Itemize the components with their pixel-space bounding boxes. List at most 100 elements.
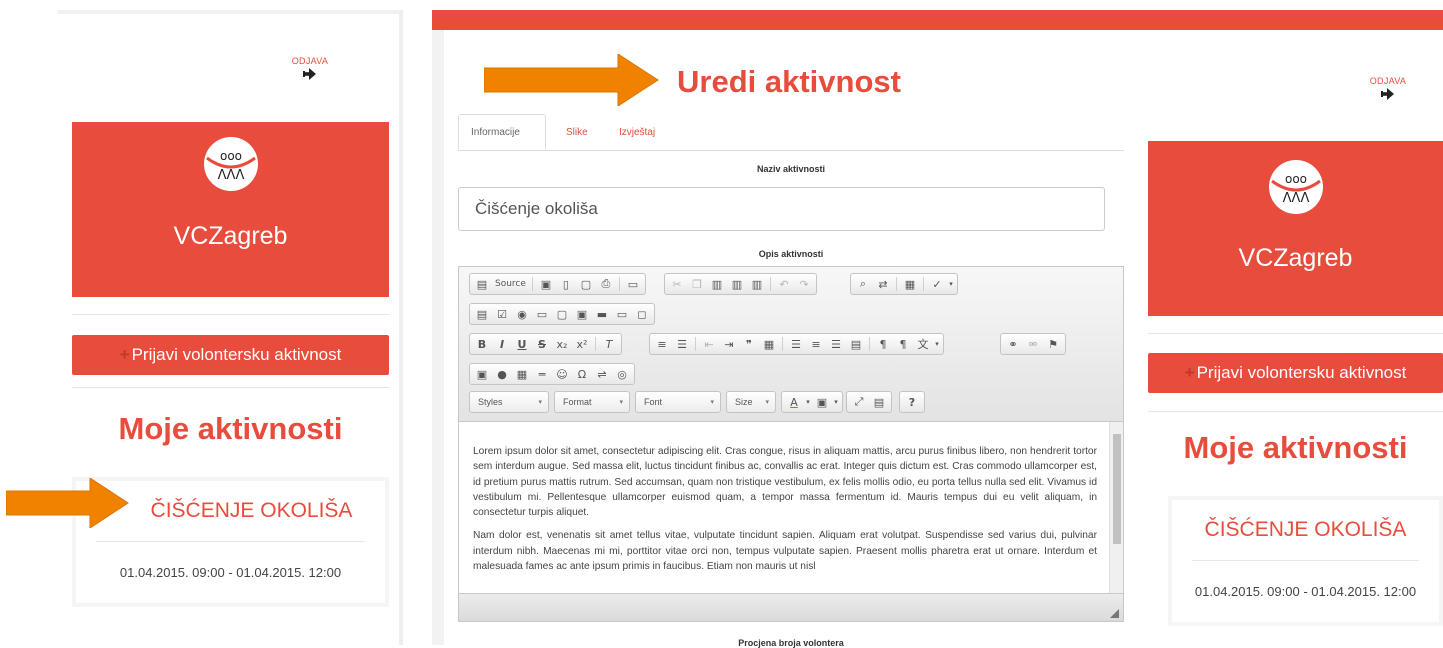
register-activity-button[interactable]: + Prijavi volontersku aktivnost (1148, 353, 1443, 393)
styles-dropdown[interactable]: Styles ▾ (469, 391, 549, 413)
bold-icon[interactable]: B (472, 335, 492, 353)
anchor-flag-icon[interactable]: ⚑ (1043, 335, 1063, 353)
help-icon[interactable]: ? (902, 393, 922, 411)
copy-icon[interactable]: ❐ (687, 275, 707, 293)
align-center-icon[interactable]: ≡ (806, 335, 826, 353)
logout-label: ODJAVA (291, 56, 329, 66)
font-label: Font (644, 397, 663, 407)
paste-icon[interactable]: ▥ (707, 275, 727, 293)
flash-icon[interactable]: ● (492, 365, 512, 383)
textfield-icon[interactable]: ▭ (532, 305, 552, 323)
remove-format-icon[interactable]: T (599, 335, 619, 353)
underline-icon[interactable]: U (512, 335, 532, 353)
paste-text-icon[interactable]: ▥ (727, 275, 747, 293)
subscript-icon[interactable]: x₂ (552, 335, 572, 353)
iframe-icon[interactable]: ◎ (612, 365, 632, 383)
background-color-icon[interactable]: ▣ (812, 393, 832, 411)
image-button-icon[interactable]: ▭ (612, 305, 632, 323)
button-field-icon[interactable]: ▬ (592, 305, 612, 323)
format-dropdown[interactable]: Format ▾ (554, 391, 630, 413)
div-container-icon[interactable]: ▦ (759, 335, 779, 353)
indent-icon[interactable]: ⇥ (719, 335, 739, 353)
toolbar-group-forms: ▤ ☑ ◉ ▭ ▢ ▣ ▬ ▭ ◻ (469, 303, 655, 325)
textarea-icon[interactable]: ▢ (552, 305, 572, 323)
blockquote-icon[interactable]: ❞ (739, 335, 759, 353)
save-icon[interactable]: ▣ (536, 275, 556, 293)
editor-paragraph: Nam dolor est, venenatis sit amet tellus… (473, 530, 1097, 573)
language-icon[interactable]: 文 (913, 335, 933, 353)
print-icon[interactable]: ⎙ (596, 275, 616, 293)
chevron-down-icon[interactable]: ▾ (933, 335, 941, 353)
resize-handle-icon[interactable] (1110, 609, 1119, 618)
replace-icon[interactable]: ⇄ (873, 275, 893, 293)
new-page-icon[interactable]: ▯ (556, 275, 576, 293)
show-blocks-icon[interactable]: ▤ (869, 393, 889, 411)
checkbox-icon[interactable]: ☑ (492, 305, 512, 323)
align-justify-icon[interactable]: ▤ (846, 335, 866, 353)
form-icon[interactable]: ▤ (472, 305, 492, 323)
chevron-down-icon[interactable]: ▾ (804, 393, 812, 411)
editor-scrollbar[interactable] (1109, 422, 1123, 593)
undo-icon[interactable]: ↶ (774, 275, 794, 293)
size-dropdown[interactable]: Size ▾ (726, 391, 776, 413)
plus-icon: + (119, 345, 130, 364)
activity-card[interactable]: ČIŠĆENJE OKOLIŠA 01.04.2015. 09:00 - 01.… (1168, 496, 1443, 626)
image-icon[interactable]: ▣ (472, 365, 492, 383)
outdent-icon[interactable]: ⇤ (699, 335, 719, 353)
text-color-icon[interactable]: A (784, 393, 804, 411)
bulleted-list-icon[interactable]: ☰ (672, 335, 692, 353)
font-dropdown[interactable]: Font ▾ (635, 391, 721, 413)
divider (1148, 411, 1443, 412)
activity-dates: 01.04.2015. 09:00 - 01.04.2015. 12:00 (119, 565, 342, 580)
italic-icon[interactable]: I (492, 335, 512, 353)
superscript-icon[interactable]: x² (572, 335, 592, 353)
activity-title[interactable]: ČIŠĆENJE OKOLIŠA (1172, 518, 1439, 542)
register-activity-button[interactable]: + Prijavi volontersku aktivnost (72, 335, 389, 375)
redo-icon[interactable]: ↷ (794, 275, 814, 293)
radio-icon[interactable]: ◉ (512, 305, 532, 323)
smiley-icon[interactable]: ☺ (552, 365, 572, 383)
special-char-icon[interactable]: Ω (572, 365, 592, 383)
align-right-icon[interactable]: ☰ (826, 335, 846, 353)
hidden-field-icon[interactable]: ◻ (632, 305, 652, 323)
link-icon[interactable]: ⚭ (1003, 335, 1023, 353)
paste-word-icon[interactable]: ▥ (747, 275, 767, 293)
my-activities-title: Moje aktivnosti (1183, 430, 1408, 465)
activity-dates: 01.04.2015. 09:00 - 01.04.2015. 12:00 (1194, 584, 1417, 599)
activity-name-input[interactable]: Čišćenje okoliša (458, 187, 1105, 231)
tab-report[interactable]: Izvještaj (607, 114, 667, 150)
rich-text-editor: ▤ Source ▣ ▯ ▢ ⎙ ▭ ✂ ❐ ▥ ▥ ▥ ↶ ↷ ⌕ ⇄ ▦ ✓ (458, 266, 1124, 622)
source-button[interactable]: Source (492, 275, 529, 293)
strikethrough-icon[interactable]: S (532, 335, 552, 353)
register-activity-label: Prijavi volontersku aktivnost (131, 345, 342, 364)
table-icon[interactable]: ▦ (512, 365, 532, 383)
chevron-down-icon[interactable]: ▾ (947, 275, 955, 293)
page-break-icon[interactable]: ⇌ (592, 365, 612, 383)
logout-link[interactable]: ODJAVA (288, 56, 332, 80)
ltr-icon[interactable]: ¶ (873, 335, 893, 353)
maximize-icon[interactable]: ⤢ (849, 393, 869, 411)
chevron-down-icon: ▾ (765, 399, 769, 406)
spellcheck-icon[interactable]: ✓ (927, 275, 947, 293)
horizontal-rule-icon[interactable]: ═ (532, 365, 552, 383)
toolbar-group-paragraph: ≡ ☰ ⇤ ⇥ ❞ ▦ ☰ ≡ ☰ ▤ ¶ ¶ 文 ▾ (649, 333, 944, 355)
select-all-icon[interactable]: ▦ (900, 275, 920, 293)
logout-link[interactable]: ODJAVA (1366, 76, 1410, 100)
tab-images[interactable]: Slike (554, 114, 600, 150)
unlink-icon[interactable]: ⚮ (1023, 335, 1043, 353)
scrollbar-thumb[interactable] (1113, 434, 1121, 544)
top-accent-bar (432, 10, 1443, 30)
cut-icon[interactable]: ✂ (667, 275, 687, 293)
chevron-down-icon[interactable]: ▾ (832, 393, 840, 411)
align-left-icon[interactable]: ☰ (786, 335, 806, 353)
logo-icon: ooo ΛΛΛ (1268, 160, 1323, 214)
find-icon[interactable]: ⌕ (853, 275, 873, 293)
numbered-list-icon[interactable]: ≡ (652, 335, 672, 353)
editor-content-area[interactable]: Lorem ipsum dolor sit amet, consectetur … (459, 422, 1109, 593)
select-field-icon[interactable]: ▣ (572, 305, 592, 323)
tab-information[interactable]: Informacije (458, 114, 546, 150)
preview-icon[interactable]: ▢ (576, 275, 596, 293)
rtl-icon[interactable]: ¶ (893, 335, 913, 353)
templates-icon[interactable]: ▭ (623, 275, 643, 293)
source-icon[interactable]: ▤ (472, 275, 492, 293)
